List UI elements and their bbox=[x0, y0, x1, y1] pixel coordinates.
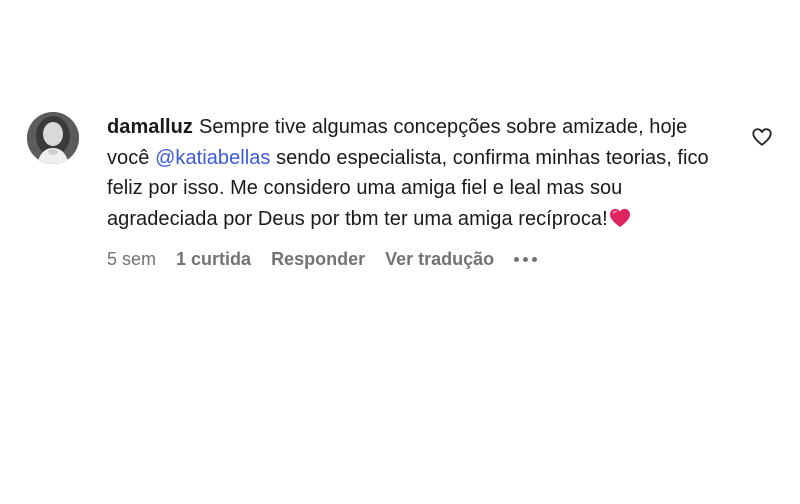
username[interactable]: damalluz bbox=[107, 116, 193, 138]
avatar-image bbox=[27, 112, 79, 164]
avatar[interactable] bbox=[27, 112, 79, 164]
like-heart-icon[interactable] bbox=[751, 126, 773, 148]
likes-count-button[interactable]: 1 curtida bbox=[176, 249, 251, 270]
comment-text: damalluz Sempre tive algumas concepções s… bbox=[107, 112, 727, 237]
comment-meta: 5 sem 1 curtida Responder Ver tradução bbox=[107, 249, 727, 270]
comment-time: 5 sem bbox=[107, 249, 157, 269]
comment-body: damalluz Sempre tive algumas concepções s… bbox=[107, 112, 727, 270]
more-options-icon[interactable] bbox=[514, 250, 538, 270]
heart-emoji-icon bbox=[609, 207, 631, 238]
reply-button[interactable]: Responder bbox=[271, 249, 365, 270]
translate-button[interactable]: Ver tradução bbox=[385, 249, 494, 270]
mention-link[interactable]: @katiabellas bbox=[155, 147, 270, 169]
